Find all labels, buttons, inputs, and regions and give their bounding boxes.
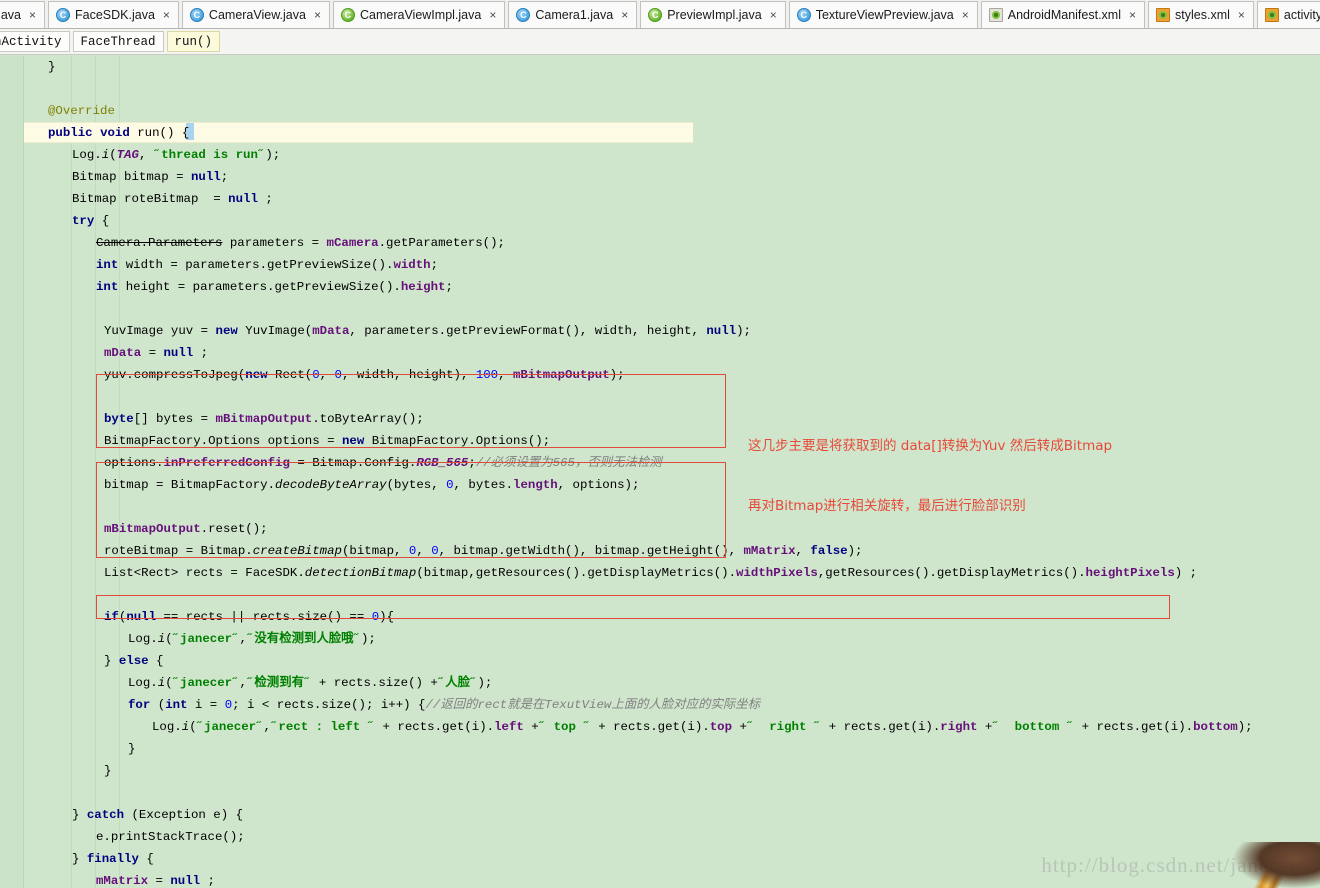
code-line: Log.i(˝janecer˝,˝rect : left ˝ + rects.g… bbox=[152, 716, 1253, 738]
annotation-note-line-1: 这几步主要是将获取到的 data[]转换为Yuv 然后转成Bitmap bbox=[748, 436, 1112, 456]
code-line: yuv.compressToJpeg(new Rect(0, 0, width,… bbox=[104, 364, 625, 386]
editor-tab-label: activity_ bbox=[1284, 9, 1320, 22]
code-line: public void run() { bbox=[48, 122, 189, 144]
editor-tab-label: CameraViewImpl.java bbox=[360, 9, 481, 22]
editor-tab-label: CameraView.java bbox=[209, 9, 306, 22]
code-line: int height = parameters.getPreviewSize()… bbox=[96, 276, 453, 298]
code-line: options.inPreferredConfig = Bitmap.Confi… bbox=[104, 452, 662, 474]
editor-tab-label: FaceSDK.java bbox=[75, 9, 155, 22]
java-class-icon: C bbox=[190, 8, 204, 22]
close-icon[interactable]: × bbox=[1238, 9, 1245, 21]
editor-tab[interactable]: C CameraView.java × bbox=[182, 1, 330, 28]
annotation-note: 这几步主要是将获取到的 data[]转换为Yuv 然后转成Bitmap 再对Bi… bbox=[748, 396, 1112, 556]
code-line: try { bbox=[72, 210, 109, 232]
code-line: byte[] bytes = mBitmapOutput.toByteArray… bbox=[104, 408, 424, 430]
annotation-note-line-2: 再对Bitmap进行相关旋转，最后进行脸部识别 bbox=[748, 496, 1112, 516]
code-line: bitmap = BitmapFactory.decodeByteArray(b… bbox=[104, 474, 639, 496]
code-line: Bitmap bitmap = null; bbox=[72, 166, 228, 188]
android-manifest-icon bbox=[989, 8, 1003, 22]
editor-tab[interactable]: C PreviewImpl.java × bbox=[640, 1, 786, 28]
code-line: if(null == rects || rects.size() == 0){ bbox=[104, 606, 394, 628]
editor-tab-label: TextureViewPreview.java bbox=[816, 9, 954, 22]
code-line: for (int i = 0; i < rects.size(); i++) {… bbox=[128, 694, 760, 716]
java-class-icon: C bbox=[797, 8, 811, 22]
close-icon[interactable]: × bbox=[962, 9, 969, 21]
java-class-icon: C bbox=[648, 8, 662, 22]
close-icon[interactable]: × bbox=[621, 9, 628, 21]
editor-tab-label: styles.xml bbox=[1175, 9, 1230, 22]
java-class-icon: C bbox=[341, 8, 355, 22]
editor-tab[interactable]: City.java× bbox=[0, 1, 45, 28]
code-line: Log.i(˝janecer˝,˝没有检测到人脸哦˝); bbox=[128, 628, 376, 650]
breadcrumb-item[interactable]: ainActivity bbox=[0, 31, 70, 52]
editor-tab[interactable]: AndroidManifest.xml × bbox=[981, 1, 1145, 28]
breadcrumb: ainActivityFaceThreadrun() bbox=[0, 29, 1320, 55]
close-icon[interactable]: × bbox=[489, 9, 496, 21]
editor-tab-label: ity.java bbox=[0, 9, 21, 22]
code-line: List<Rect> rects = FaceSDK.detectionBitm… bbox=[104, 562, 1197, 584]
editor-tab-label: Camera1.java bbox=[535, 9, 613, 22]
editor-tab[interactable]: C TextureViewPreview.java × bbox=[789, 1, 978, 28]
close-icon[interactable]: × bbox=[163, 9, 170, 21]
editor-tab[interactable]: activity_ bbox=[1257, 1, 1320, 28]
editor-tab-label: AndroidManifest.xml bbox=[1008, 9, 1121, 22]
code-line: Bitmap roteBitmap = null ; bbox=[72, 188, 273, 210]
code-line: } catch (Exception e) { bbox=[72, 804, 243, 826]
editor-tab[interactable]: C CameraViewImpl.java × bbox=[333, 1, 505, 28]
close-icon[interactable]: × bbox=[29, 9, 36, 21]
close-icon[interactable]: × bbox=[314, 9, 321, 21]
code-line: e.printStackTrace(); bbox=[96, 826, 245, 848]
code-line: } bbox=[128, 738, 135, 760]
code-line: } bbox=[48, 56, 55, 78]
code-line: mMatrix = null ; bbox=[96, 870, 215, 888]
code-line: } finally { bbox=[72, 848, 154, 870]
code-line: Log.i(TAG, ˝thread is run˝); bbox=[72, 144, 280, 166]
code-line: int width = parameters.getPreviewSize().… bbox=[96, 254, 438, 276]
java-class-icon: C bbox=[56, 8, 70, 22]
code-line: @Override bbox=[48, 100, 115, 122]
ide-window: City.java × C FaceSDK.java × C CameraView.java… bbox=[0, 0, 1320, 888]
close-icon[interactable]: × bbox=[770, 9, 777, 21]
xml-file-icon bbox=[1265, 8, 1279, 22]
code-line: Log.i(˝janecer˝,˝检测到有˝ + rects.size() +˝… bbox=[128, 672, 492, 694]
editor-tab-label: PreviewImpl.java bbox=[667, 9, 761, 22]
java-class-icon: C bbox=[516, 8, 530, 22]
watermark-artwork bbox=[1234, 842, 1320, 888]
code-line: } bbox=[104, 760, 111, 782]
code-line: YuvImage yuv = new YuvImage(mData, param… bbox=[104, 320, 751, 342]
code-line: BitmapFactory.Options options = new Bitm… bbox=[104, 430, 550, 452]
editor-tab-bar: City.java × C FaceSDK.java × C CameraView.java… bbox=[0, 0, 1320, 29]
code-content[interactable]: } @Overridepublic void run() {Log.i(TAG, … bbox=[0, 56, 1320, 888]
code-line: Camera.Parameters parameters = mCamera.g… bbox=[96, 232, 505, 254]
editor-tab[interactable]: C Camera1.java × bbox=[508, 1, 637, 28]
code-line: mData = null ; bbox=[104, 342, 208, 364]
code-editor[interactable]: } @Overridepublic void run() {Log.i(TAG, … bbox=[0, 56, 1320, 888]
code-line: } else { bbox=[104, 650, 164, 672]
code-line: mBitmapOutput.reset(); bbox=[104, 518, 268, 540]
editor-tab[interactable]: C FaceSDK.java × bbox=[48, 1, 179, 28]
xml-file-icon bbox=[1156, 8, 1170, 22]
breadcrumb-item[interactable]: FaceThread bbox=[73, 31, 164, 52]
editor-tab[interactable]: styles.xml × bbox=[1148, 1, 1254, 28]
breadcrumb-item[interactable]: run() bbox=[167, 31, 221, 52]
close-icon[interactable]: × bbox=[1129, 9, 1136, 21]
